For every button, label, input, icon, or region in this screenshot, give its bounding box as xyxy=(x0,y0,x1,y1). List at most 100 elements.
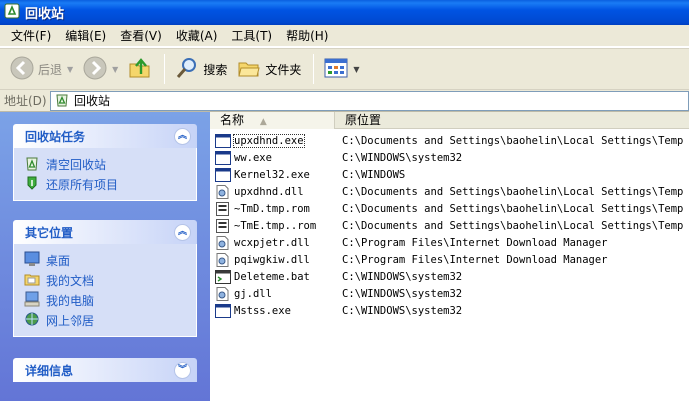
folders-icon xyxy=(237,56,261,83)
exe-window-icon xyxy=(215,303,231,318)
file-original-location: C:\Documents and Settings\baohelin\Local… xyxy=(342,219,684,232)
file-row[interactable]: ~TmE.tmp..rom C:\Documents and Settings\b… xyxy=(210,217,689,234)
expand-chevron-icon[interactable]: ︾ xyxy=(174,361,191,379)
file-name-cell[interactable]: gj.dll xyxy=(210,286,335,301)
recycle-bin-tasks-header[interactable]: 回收站任务 ︽ xyxy=(13,124,197,148)
search-button[interactable]: 搜索 xyxy=(171,52,231,86)
menu-tools[interactable]: 工具(T) xyxy=(224,26,279,46)
file-row[interactable]: upxdhnd.exe C:\Documents and Settings\bao… xyxy=(210,132,689,149)
column-name-label: 名称 xyxy=(220,113,245,127)
file-original-location: C:\Documents and Settings\baohelin\Local… xyxy=(342,185,684,198)
file-name-cell[interactable]: pqiwgkiw.dll xyxy=(210,252,335,267)
file-row[interactable]: Deleteme.bat C:\WINDOWS\system32 xyxy=(210,268,689,285)
file-name-cell[interactable]: Deleteme.bat xyxy=(210,269,335,284)
column-header-location[interactable]: 原位置 xyxy=(335,112,689,129)
toolbar-separator xyxy=(313,54,315,84)
details-box: 详细信息 ︾ xyxy=(13,358,197,382)
search-icon xyxy=(175,56,199,83)
exe-window-icon xyxy=(215,150,231,165)
address-label: 地址(D) xyxy=(4,94,47,108)
exe-window-icon xyxy=(215,167,231,182)
address-input[interactable]: 回收站 xyxy=(50,90,689,111)
file-name-cell[interactable]: ww.exe xyxy=(210,150,335,165)
dll-file-icon xyxy=(215,184,231,199)
task-pane: 回收站任务 ︽ 清空回收站 还原所有项目 其它位置 ︽ 桌面 我的文档 我的电脑… xyxy=(0,112,210,401)
forward-arrow-icon xyxy=(83,56,107,83)
file-name-cell[interactable]: ~TmD.tmp.rom xyxy=(210,201,335,216)
address-bar: 地址(D) 回收站 xyxy=(0,90,689,112)
place-my-computer[interactable]: 我的电脑 xyxy=(24,290,196,310)
place-network[interactable]: 网上邻居 xyxy=(24,310,196,330)
forward-button[interactable]: ▼ xyxy=(79,52,122,86)
file-original-location: C:\Program Files\Internet Download Manag… xyxy=(342,253,608,266)
menu-favorites[interactable]: 收藏(A) xyxy=(169,26,225,46)
menu-bar: 文件(F) 编辑(E) 查看(V) 收藏(A) 工具(T) 帮助(H) xyxy=(0,25,689,47)
file-row[interactable]: Kernel32.exe C:\WINDOWS xyxy=(210,166,689,183)
restore-all-icon xyxy=(24,175,40,194)
dll-file-icon xyxy=(215,286,231,301)
other-places-header[interactable]: 其它位置 ︽ xyxy=(13,220,197,244)
file-name-cell[interactable]: upxdhnd.exe xyxy=(210,133,335,148)
up-folder-icon xyxy=(128,56,152,83)
my-documents-icon xyxy=(24,271,40,290)
file-name-cell[interactable]: ~TmE.tmp..rom xyxy=(210,218,335,233)
file-name-cell[interactable]: upxdhnd.dll xyxy=(210,184,335,199)
task-label: 清空回收站 xyxy=(46,157,107,172)
recycle-bin-tasks-title: 回收站任务 xyxy=(25,129,86,144)
search-label: 搜索 xyxy=(203,62,228,77)
place-label: 网上邻居 xyxy=(46,313,95,328)
file-row[interactable]: upxdhnd.dll C:\Documents and Settings\bao… xyxy=(210,183,689,200)
file-name: wcxpjetr.dll xyxy=(234,236,310,249)
menu-view[interactable]: 查看(V) xyxy=(113,26,169,46)
task-label: 还原所有项目 xyxy=(46,177,119,192)
sort-ascending-icon: ▲ xyxy=(259,117,267,127)
up-folder-button[interactable] xyxy=(124,52,156,86)
other-places-title: 其它位置 xyxy=(25,225,74,240)
file-row[interactable]: ww.exe C:\WINDOWS\system32 xyxy=(210,149,689,166)
file-name: upxdhnd.dll xyxy=(234,185,304,198)
window-title: 回收站 xyxy=(25,7,65,22)
collapse-chevron-icon[interactable]: ︽ xyxy=(174,127,191,145)
empty-recycle-bin-icon xyxy=(24,155,40,174)
file-original-location: C:\WINDOWS\system32 xyxy=(342,270,463,283)
views-button[interactable]: ▼ xyxy=(320,52,363,86)
back-dropdown-icon[interactable]: ▼ xyxy=(67,65,73,74)
file-row[interactable]: gj.dll C:\WINDOWS\system32 xyxy=(210,285,689,302)
file-original-location: C:\WINDOWS\system32 xyxy=(342,151,463,164)
file-original-location: C:\WINDOWS\system32 xyxy=(342,304,463,317)
rom-file-icon xyxy=(215,218,231,233)
details-header[interactable]: 详细信息 ︾ xyxy=(13,358,197,382)
folders-button[interactable]: 文件夹 xyxy=(233,52,305,86)
task-restore-all[interactable]: 还原所有项目 xyxy=(24,174,196,194)
views-icon xyxy=(324,57,348,82)
file-row[interactable]: pqiwgkiw.dll C:\Program Files\Internet Do… xyxy=(210,251,689,268)
file-original-location: C:\Documents and Settings\baohelin\Local… xyxy=(342,202,684,215)
file-name-cell[interactable]: Kernel32.exe xyxy=(210,167,335,182)
back-button[interactable]: 后退 ▼ xyxy=(6,52,77,86)
place-desktop[interactable]: 桌面 xyxy=(24,250,196,270)
file-name: ~TmE.tmp..rom xyxy=(234,219,317,232)
file-rows: upxdhnd.exe C:\Documents and Settings\bao… xyxy=(210,132,689,319)
menu-edit[interactable]: 编辑(E) xyxy=(58,26,113,46)
title-bar[interactable]: 回收站 xyxy=(0,0,689,25)
forward-dropdown-icon[interactable]: ▼ xyxy=(112,65,118,74)
other-places-box: 其它位置 ︽ 桌面 我的文档 我的电脑 网上邻居 xyxy=(13,220,197,337)
column-headers: 名称 ▲ 原位置 xyxy=(210,112,689,129)
views-dropdown-icon[interactable]: ▼ xyxy=(353,65,359,74)
recycle-bin-tasks-body: 清空回收站 还原所有项目 xyxy=(13,148,197,201)
file-name: Mstss.exe xyxy=(234,304,291,317)
address-value: 回收站 xyxy=(74,94,111,108)
file-row[interactable]: Mstss.exe C:\WINDOWS\system32 xyxy=(210,302,689,319)
file-row[interactable]: wcxpjetr.dll C:\Program Files\Internet Do… xyxy=(210,234,689,251)
back-label: 后退 xyxy=(38,62,63,77)
collapse-chevron-icon[interactable]: ︽ xyxy=(174,223,191,241)
task-empty-recycle-bin[interactable]: 清空回收站 xyxy=(24,154,196,174)
menu-file[interactable]: 文件(F) xyxy=(4,26,58,46)
toolbar-separator xyxy=(164,54,166,84)
file-name-cell[interactable]: wcxpjetr.dll xyxy=(210,235,335,250)
file-row[interactable]: ~TmD.tmp.rom C:\Documents and Settings\ba… xyxy=(210,200,689,217)
place-my-documents[interactable]: 我的文档 xyxy=(24,270,196,290)
menu-help[interactable]: 帮助(H) xyxy=(279,26,335,46)
file-name-cell[interactable]: Mstss.exe xyxy=(210,303,335,318)
column-header-name[interactable]: 名称 ▲ xyxy=(210,112,335,129)
